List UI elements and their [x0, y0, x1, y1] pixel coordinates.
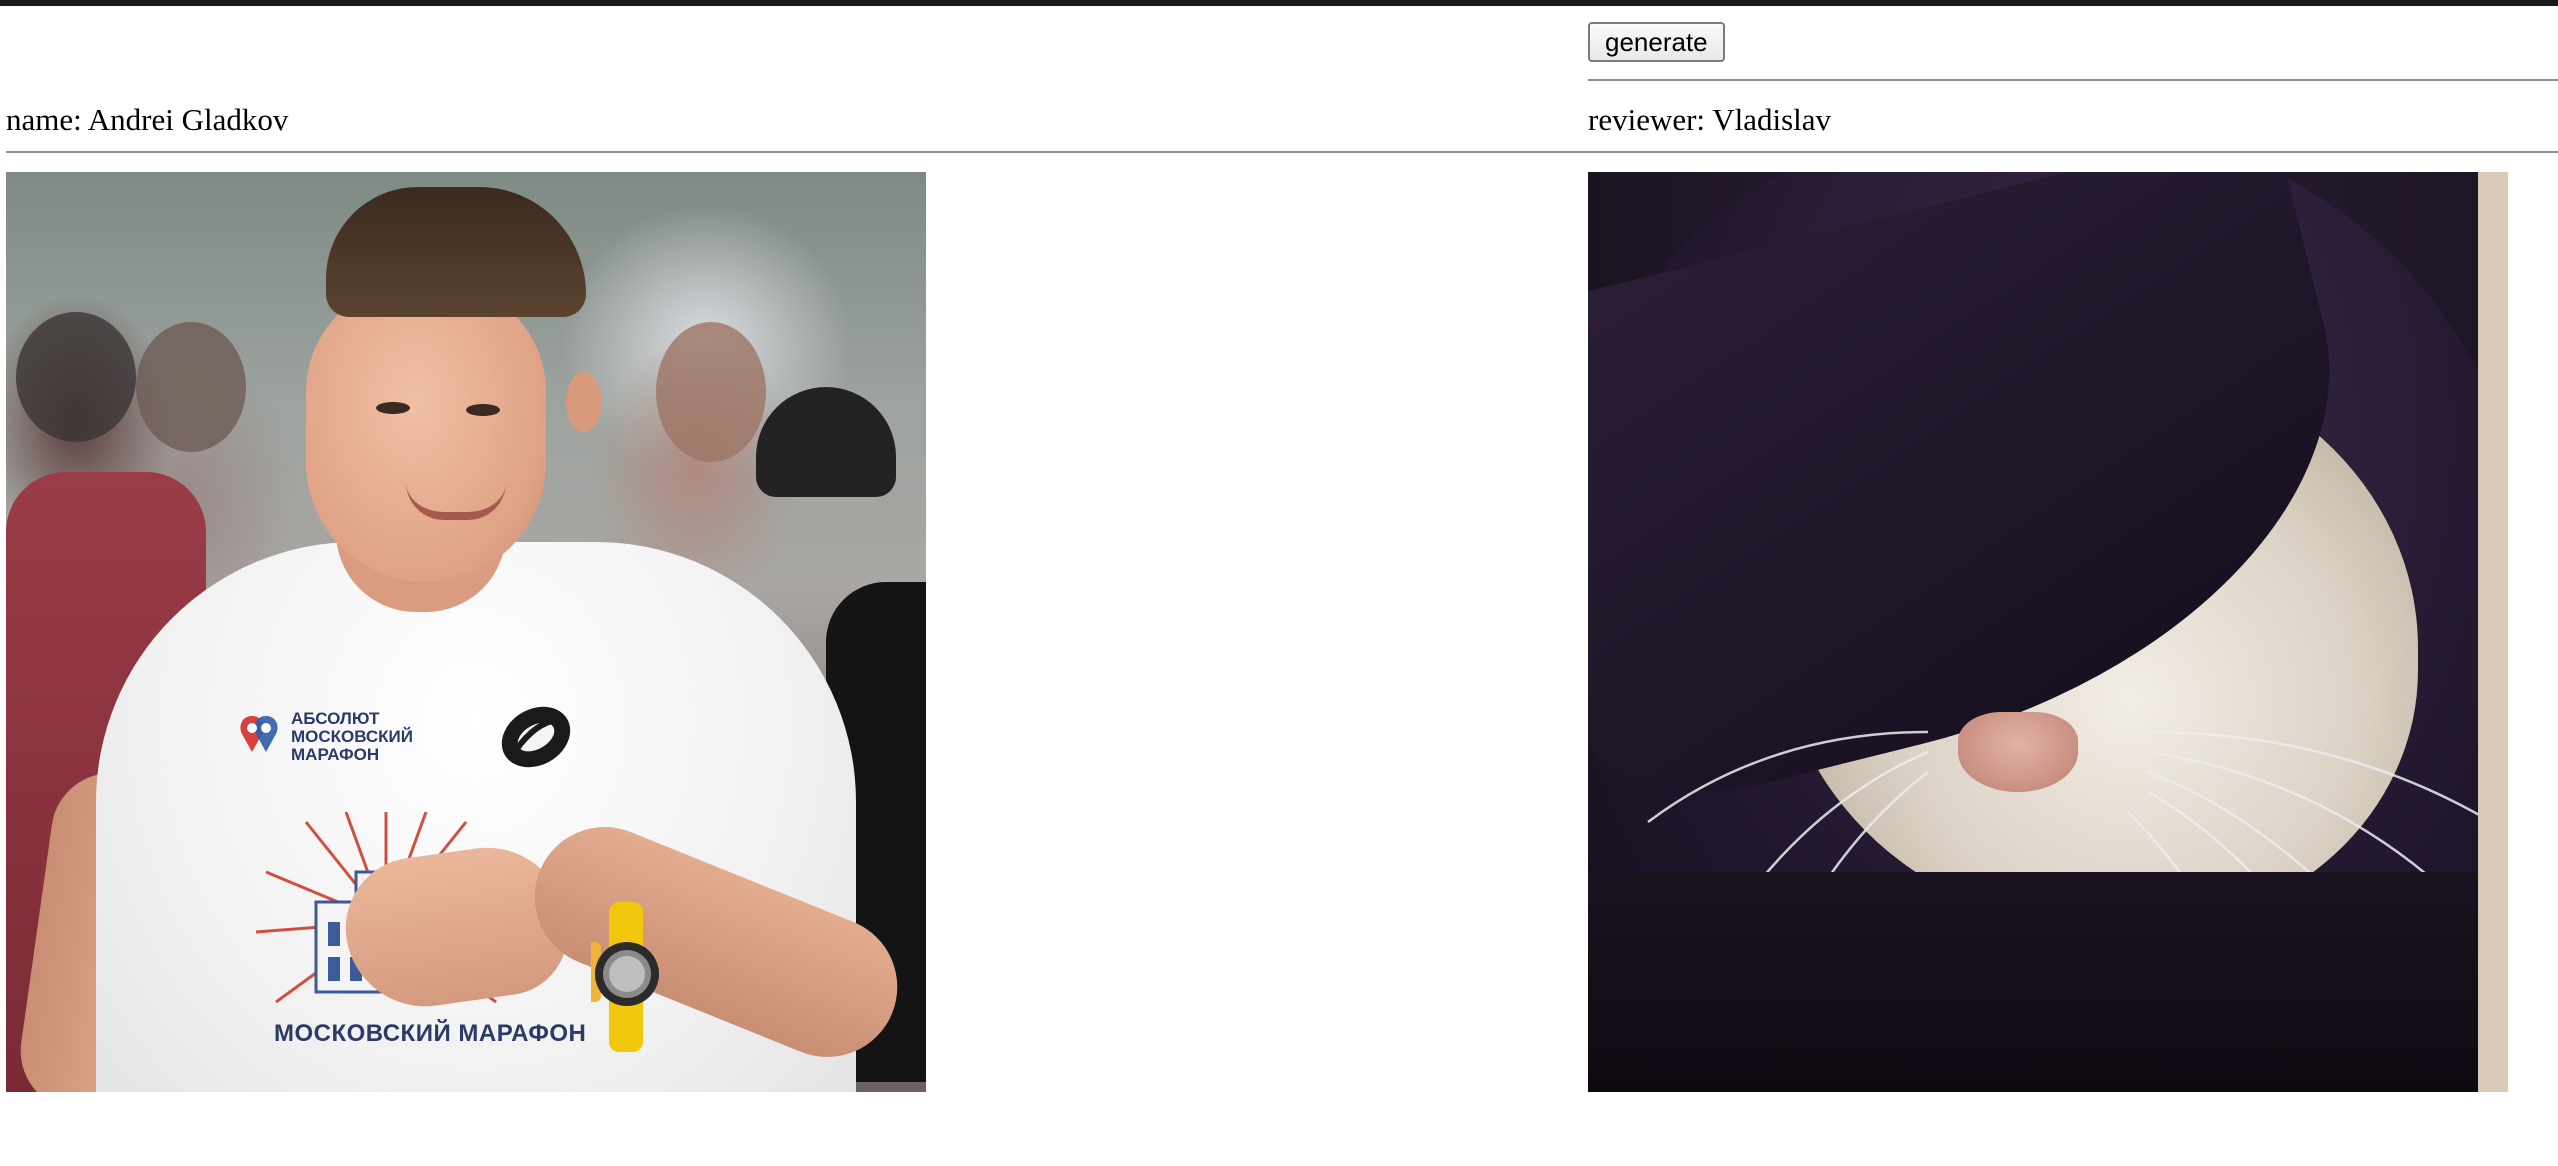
- reviewer-panel: generate reviewer: Vladislav: [1588, 6, 2558, 1166]
- watch-icon: [591, 902, 659, 1052]
- candidate-name-label: name: Andrei Gladkov: [6, 102, 289, 137]
- runner-ear: [566, 372, 602, 432]
- reviewer-photo: [1588, 172, 2508, 1092]
- photo-edge: [2478, 172, 2508, 1092]
- crowd-person: [136, 322, 246, 452]
- reviewer-divider: [1588, 151, 2558, 153]
- marathon-logo-icon: [240, 716, 278, 752]
- brand-logo-icon: [501, 706, 571, 768]
- runner-eye: [466, 404, 500, 416]
- cat-body: [1588, 872, 2508, 1092]
- candidate-divider: [6, 151, 1588, 153]
- shirt-print-text: МОСКОВСКИЙ МАРАФОН: [274, 1020, 587, 1047]
- crowd-person: [16, 312, 136, 442]
- runner-eye: [376, 402, 410, 414]
- reviewer-top-divider: [1588, 79, 2558, 81]
- candidate-photo: АБСОЛЮТ МОСКОВСКИЙ МАРАФОН МОСКОВСКИЙ МА…: [6, 172, 926, 1092]
- shirt-logo-text: АБСОЛЮТ МОСКОВСКИЙ МАРАФОН: [291, 709, 413, 764]
- reviewer-name-label: reviewer: Vladislav: [1588, 102, 1832, 137]
- crowd-person: [656, 322, 766, 462]
- runner-head: [306, 282, 546, 582]
- generate-button[interactable]: generate: [1588, 22, 1725, 62]
- candidate-panel: name: Andrei Gladkov АБСОЛЮТ МОСКОВСКИЙ …: [6, 6, 1588, 1166]
